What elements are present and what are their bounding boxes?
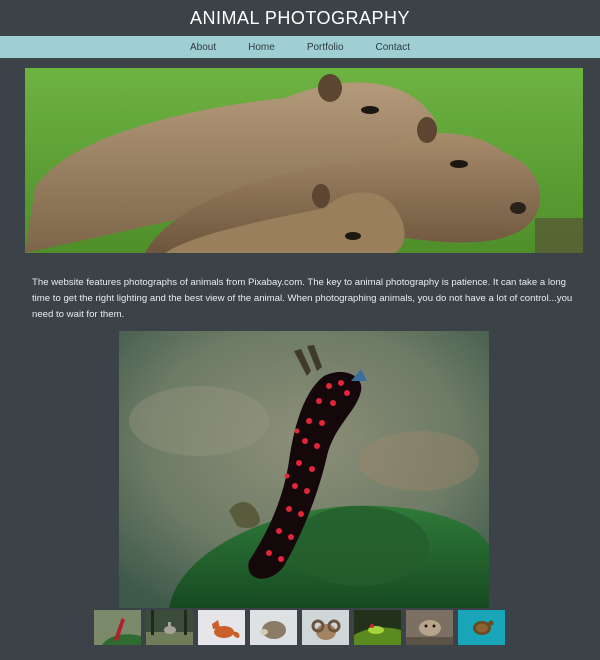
nav-about[interactable]: About [174,42,232,53]
site-title: ANIMAL PHOTOGRAPHY [189,7,411,28]
nav-contact[interactable]: Contact [360,42,426,53]
nav-home[interactable]: Home [232,42,291,53]
thumb-turtle[interactable] [458,610,505,645]
thumb-nudibranch[interactable] [94,610,141,645]
thumb-hedgehog[interactable] [250,610,297,645]
featured-image-nudibranch [119,331,489,608]
main-nav: About Home Portfolio Contact [0,36,600,58]
thumb-deer[interactable] [146,610,193,645]
thumb-ram[interactable] [302,610,349,645]
nav-portfolio[interactable]: Portfolio [291,42,360,53]
thumb-otter[interactable] [406,610,453,645]
thumb-frog[interactable] [354,610,401,645]
thumbnail-strip [94,610,505,646]
intro-text: The website features photographs of anim… [32,276,573,320]
thumb-fox[interactable] [198,610,245,645]
hero-image-capybaras [25,68,583,253]
